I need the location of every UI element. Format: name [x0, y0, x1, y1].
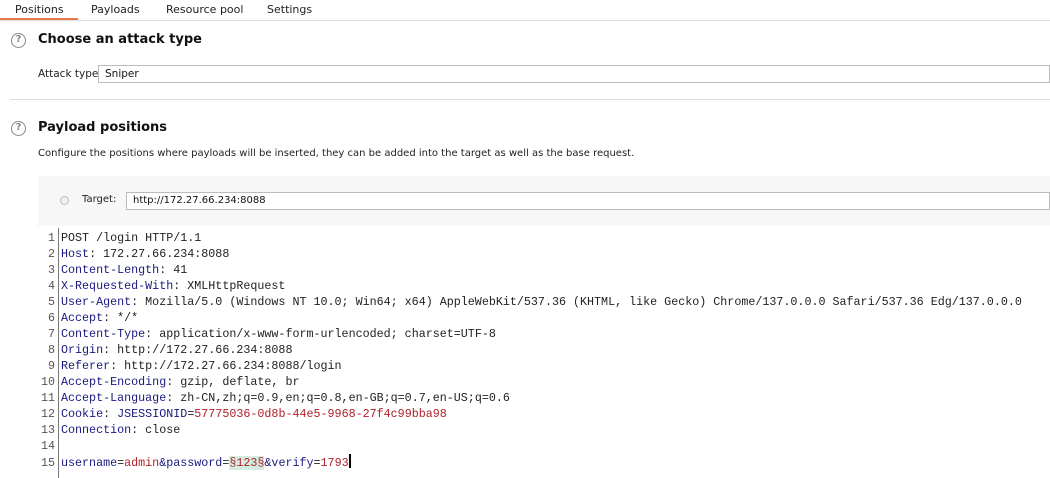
line-number: 10 [40, 375, 55, 389]
header-name: User-Agent [61, 295, 132, 309]
header-value: : 172.27.66.234:8088 [89, 247, 230, 261]
line-number: 8 [47, 343, 55, 357]
line-number: 5 [47, 295, 55, 309]
help-icon[interactable]: ? [11, 121, 26, 136]
request-line[interactable]: 5 User-Agent: Mozilla/5.0 (Windows NT 10.… [38, 294, 1050, 310]
line-number: 13 [40, 423, 55, 437]
target-label: Target: [82, 194, 117, 205]
tab-positions[interactable]: Positions [0, 3, 78, 20]
request-line[interactable]: 1 POST /login HTTP/1.1 [38, 230, 1050, 246]
request-line[interactable]: 10 Accept-Encoding: gzip, deflate, br [38, 374, 1050, 390]
tab-bar: Positions Payloads Resource pool Setting… [0, 0, 1050, 21]
line-number: 9 [47, 359, 55, 373]
tab-resource-pool[interactable]: Resource pool [166, 3, 243, 16]
header-value: : application/x-www-form-urlencoded; cha… [145, 327, 496, 341]
line-number: 6 [47, 311, 55, 325]
request-line[interactable]: 13 Connection: close [38, 422, 1050, 438]
target-input[interactable]: http://172.27.66.234:8088 [126, 192, 1050, 210]
header-name: &verify [264, 456, 314, 470]
header-name: Connection [61, 423, 132, 437]
header-value: : [103, 407, 118, 421]
target-panel: Target: http://172.27.66.234:8088 [38, 176, 1050, 226]
header-value: : http://172.27.66.234:8088/login [110, 359, 342, 373]
attack-type-heading: Choose an attack type [38, 32, 202, 47]
header-name: Content-Type [61, 327, 146, 341]
tab-settings[interactable]: Settings [267, 3, 312, 16]
request-line[interactable]: 15 username=admin&password=§123§&verify=1… [38, 454, 1050, 470]
header-name: Content-Length [61, 263, 160, 277]
header-name: Accept-Encoding [61, 375, 167, 389]
header-value: : 41 [159, 263, 188, 277]
help-icon[interactable]: ? [11, 33, 26, 48]
line-number: 3 [47, 263, 55, 277]
line-number: 12 [40, 407, 55, 421]
header-name: Cookie [61, 407, 104, 421]
request-line[interactable]: 14 [38, 438, 1050, 454]
line-number: 4 [47, 279, 55, 293]
header-name: Referer [61, 359, 111, 373]
header-value: : gzip, deflate, br [166, 375, 300, 389]
header-name: username [61, 456, 118, 470]
header-value: : XMLHttpRequest [173, 279, 286, 293]
request-line[interactable]: 7 Content-Type: application/x-www-form-ur… [38, 326, 1050, 342]
request-line[interactable]: 3 Content-Length: 41 [38, 262, 1050, 278]
payload-positions-heading: Payload positions [38, 120, 168, 135]
header-value: POST /login HTTP/1.1 [61, 231, 202, 245]
request-line[interactable]: 4 X-Requested-With: XMLHttpRequest [38, 278, 1050, 294]
request-editor[interactable]: 1 POST /login HTTP/1.1 2 Host: 172.27.66.23… [38, 228, 1050, 478]
line-number: 11 [40, 391, 55, 405]
line-number: 15 [40, 456, 55, 470]
header-value: 57775036-0d8b-44e5-9968-27f4c99bba98 [194, 407, 447, 421]
header-name: Accept [61, 311, 104, 325]
header-name: X-Requested-With [61, 279, 174, 293]
request-line[interactable]: 8 Origin: http://172.27.66.234:8088 [38, 342, 1050, 358]
header-name: Host [61, 247, 90, 261]
line-number: 14 [40, 439, 55, 453]
target-radio[interactable] [60, 196, 69, 205]
header-value: : */* [103, 311, 139, 325]
request-line[interactable]: 6 Accept: */* [38, 310, 1050, 326]
header-name: Origin [61, 343, 104, 357]
payload-positions-description: Configure the positions where payloads w… [38, 148, 635, 159]
header-value: : close [131, 423, 181, 437]
section-divider [10, 99, 1050, 100]
request-line[interactable]: 11 Accept-Language: zh-CN,zh;q=0.9,en;q=0… [38, 390, 1050, 406]
header-value: : Mozilla/5.0 (Windows NT 10.0; Win64; x… [131, 295, 1022, 309]
payload-marker[interactable]: §123§ [229, 456, 265, 470]
line-number: 2 [47, 247, 55, 261]
header-value: 1793 [320, 456, 349, 470]
request-line[interactable]: 2 Host: 172.27.66.234:8088 [38, 246, 1050, 262]
attack-type-label: Attack type: [38, 68, 102, 80]
tab-payloads[interactable]: Payloads [91, 3, 140, 16]
header-value: = [313, 456, 321, 470]
header-value: : http://172.27.66.234:8088 [103, 343, 293, 357]
request-line[interactable]: 12 Cookie: JSESSIONID=57775036-0d8b-44e5-… [38, 406, 1050, 422]
attack-type-select[interactable]: Sniper [98, 65, 1050, 83]
header-name: JSESSIONID [117, 407, 188, 421]
line-number: 1 [47, 231, 55, 245]
header-value: admin [124, 456, 160, 470]
request-line[interactable]: 9 Referer: http://172.27.66.234:8088/logi… [38, 358, 1050, 374]
header-value: : zh-CN,zh;q=0.9,en;q=0.8,en-GB;q=0.7,en… [166, 391, 510, 405]
text-caret [348, 454, 351, 468]
header-name: Accept-Language [61, 391, 167, 405]
header-name: &password [159, 456, 223, 470]
line-number: 7 [47, 327, 55, 341]
